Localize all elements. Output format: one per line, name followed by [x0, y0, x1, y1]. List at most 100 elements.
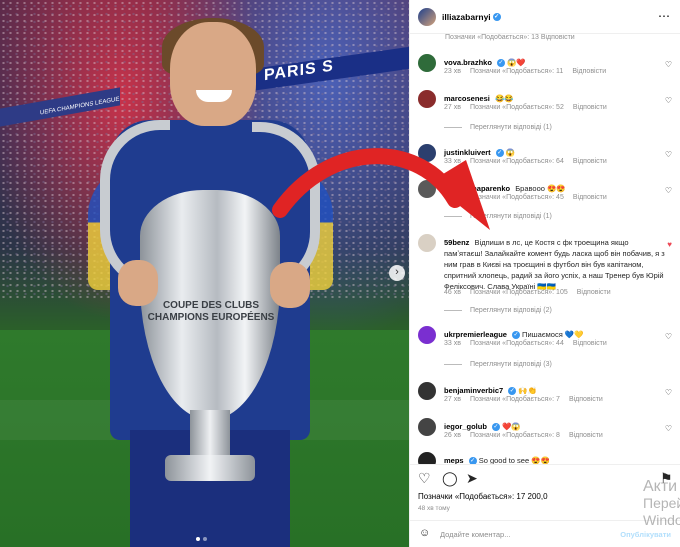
publish-button[interactable]: Опублікувати	[620, 530, 671, 539]
comment-likes[interactable]: Позначки «Подобається»: 8	[470, 432, 560, 439]
reply-link[interactable]: Відповісти	[573, 104, 607, 111]
commenter-avatar[interactable]	[418, 452, 436, 464]
comment-text: 😱	[505, 148, 516, 157]
commenter-avatar[interactable]	[418, 54, 436, 72]
watermark-line: Акти	[643, 478, 678, 495]
commenter-avatar[interactable]	[418, 418, 436, 436]
trophy-inscription: COUPE DES CLUBS CHAMPIONS EUROPÉENS	[147, 300, 275, 323]
more-options-icon[interactable]: ⋯	[658, 9, 671, 23]
commenter-username[interactable]: marcosenesi	[444, 94, 490, 103]
share-icon[interactable]: ➤	[466, 471, 478, 485]
comment-likes[interactable]: Позначки «Подобається»: 64	[470, 158, 564, 165]
view-replies-link[interactable]: Переглянути відповіді (1)	[444, 124, 552, 131]
commenter-avatar[interactable]	[418, 90, 436, 108]
comment-likes[interactable]: Позначки «Подобається»: 7	[470, 396, 560, 403]
trophy-base	[165, 455, 255, 481]
view-replies-link[interactable]: Переглянути відповіді (2)	[444, 307, 552, 314]
post-header: illiazabarnyi ✓ ⋯	[410, 0, 680, 34]
view-replies-link[interactable]: Переглянути відповіді (1)	[444, 213, 552, 220]
commenter-avatar[interactable]	[418, 326, 436, 344]
comment-text: Пишаємося 💙💛	[522, 330, 584, 339]
commenter-username[interactable]: ukrpremierleague	[444, 330, 507, 339]
like-icon[interactable]: ♡	[418, 471, 431, 485]
commenter-username[interactable]: benjaminverbic7	[444, 386, 503, 395]
commenter-avatar[interactable]	[418, 144, 436, 162]
reply-link[interactable]: Відповісти	[577, 289, 611, 296]
reply-link[interactable]: Відповісти	[573, 194, 607, 201]
verified-icon: ✓	[495, 149, 504, 158]
comment-text: So good to see 😍😍	[478, 456, 550, 464]
top-comment-meta: Позначки «Подобається»: 13 Відповісти	[445, 34, 575, 41]
comment-meta: 27 хв Позначки «Подобається»: 52 Відповіст…	[444, 104, 616, 111]
comment-likes[interactable]: Позначки «Подобається»: 11	[470, 68, 563, 75]
commenter-username[interactable]: vova.brazhko	[444, 58, 492, 67]
comment-text: 😂😂	[494, 94, 514, 103]
commenter-username[interactable]: 59benz	[444, 238, 469, 247]
author-username-text: illiazabarnyi	[442, 11, 491, 22]
emoji-icon[interactable]: ☺	[419, 527, 430, 539]
commenter-avatar[interactable]	[418, 180, 436, 198]
comment-time: 46 хв	[444, 289, 461, 296]
view-replies-link[interactable]: Переглянути відповіді (3)	[444, 361, 552, 368]
comment-body: andriy.shaparenko Бравооо 😍😍	[444, 183, 666, 194]
add-comment-bar: ☺ Додайте коментар... Опублікувати	[410, 520, 680, 547]
comment-meta: 26 хв Позначки «Подобається»: 8 Відповісти	[444, 432, 612, 439]
comment-likes[interactable]: Позначки «Подобається»: 105	[470, 289, 568, 296]
comment-time: 33 хв	[444, 158, 461, 165]
author-username[interactable]: illiazabarnyi ✓	[442, 12, 501, 22]
comment-body: iegor_golub ✓ ❤️😱	[444, 421, 666, 432]
watermark-line: Windo	[643, 512, 680, 528]
trophy-stem	[190, 410, 230, 460]
comment-icon[interactable]: ◯	[442, 471, 458, 485]
comment-meta: 46 хв Позначки «Подобається»: 105 Відповіс…	[444, 289, 620, 296]
comment-body: marcosenesi 😂😂	[444, 93, 666, 104]
comment-time: 23 хв	[444, 68, 461, 75]
comment-time: 33 хв	[444, 340, 461, 347]
comment-meta: 33 хв Позначки «Подобається»: 45 Відповіст…	[444, 194, 616, 201]
next-photo-button[interactable]: ›	[389, 265, 405, 281]
comment-input[interactable]: Додайте коментар...	[440, 530, 510, 539]
verified-icon: ✓	[491, 423, 500, 432]
comment-meta: 23 хв Позначки «Подобається»: 11 Відповіст…	[444, 68, 615, 75]
reply-link[interactable]: Відповісти	[569, 396, 603, 403]
carousel-dot	[196, 537, 200, 541]
comments-list[interactable]: Позначки «Подобається»: 13 Відповісти vo…	[410, 34, 680, 464]
comment-body: 59benz Відпиши в лс, це Костя с фк троещ…	[444, 237, 666, 292]
post-time: 48 хв тому	[418, 505, 450, 512]
reply-link[interactable]: Відповісти	[573, 340, 607, 347]
comment-time: 27 хв	[444, 396, 461, 403]
commenter-username[interactable]: meps	[444, 456, 464, 464]
post-photo: UEFA CHAMPIONS LEAGUE PARIS S COUPE DES …	[0, 0, 409, 547]
reply-link[interactable]: Відповісти	[572, 68, 606, 75]
comment-likes[interactable]: Позначки «Подобається»: 52	[470, 104, 564, 111]
player-hand-right	[270, 262, 310, 308]
commenter-avatar[interactable]	[418, 234, 436, 252]
reply-link[interactable]: Відповісти	[569, 432, 603, 439]
like-comment-icon[interactable]: ♡	[665, 388, 672, 397]
comment-meta: 33 хв Позначки «Подобається»: 44 Відповіст…	[444, 340, 616, 347]
post-likes-count[interactable]: Позначки «Подобається»: 17 200,0	[418, 492, 548, 501]
liked-heart-icon[interactable]: ♥	[667, 240, 672, 249]
comment-likes[interactable]: Позначки «Подобається»: 45	[470, 194, 564, 201]
comment-body: benjaminverbic7 ✓ 🙌👏	[444, 385, 666, 396]
comment-likes[interactable]: Позначки «Подобається»: 44	[470, 340, 564, 347]
comment-body: justinkluivert ✓ 😱	[444, 147, 666, 158]
like-comment-icon[interactable]: ♡	[665, 60, 672, 69]
commenter-username[interactable]: andriy.shaparenko	[444, 184, 510, 193]
like-comment-icon[interactable]: ♡	[665, 332, 672, 341]
verified-icon: ✓	[496, 59, 505, 68]
like-comment-icon[interactable]: ♡	[665, 150, 672, 159]
post-actions: ♡ ◯ ➤ ⚑	[410, 464, 680, 492]
reply-link[interactable]: Відповісти	[573, 158, 607, 165]
like-comment-icon[interactable]: ♡	[665, 186, 672, 195]
verified-icon: ✓	[511, 331, 520, 340]
commenter-avatar[interactable]	[418, 382, 436, 400]
verified-icon: ✓	[492, 13, 501, 22]
windows-activation-watermark: Акти Перейд Windo	[643, 478, 680, 529]
comment-text: Бравооо 😍😍	[515, 184, 566, 193]
author-avatar[interactable]	[418, 7, 436, 26]
commenter-username[interactable]: iegor_golub	[444, 422, 487, 431]
commenter-username[interactable]: justinkluivert	[444, 148, 491, 157]
like-comment-icon[interactable]: ♡	[665, 424, 672, 433]
like-comment-icon[interactable]: ♡	[665, 96, 672, 105]
